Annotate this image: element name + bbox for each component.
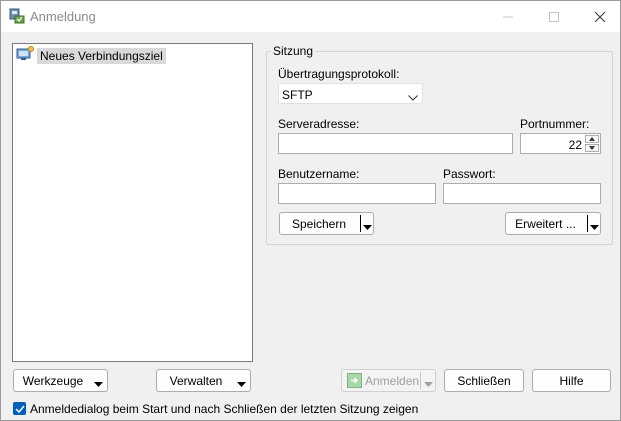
- close-button[interactable]: Schließen: [444, 369, 524, 392]
- login-dialog: Anmeldung Neues Verbindungsziel Sitzung: [0, 0, 621, 421]
- site-tree[interactable]: Neues Verbindungsziel: [12, 43, 253, 362]
- tools-button-label: Werkzeuge: [22, 373, 84, 388]
- protocol-value: SFTP: [282, 88, 313, 102]
- host-input-field[interactable]: [279, 134, 512, 153]
- show-on-start-checkbox[interactable]: [13, 402, 26, 415]
- protocol-select[interactable]: SFTP: [278, 83, 423, 104]
- checkmark-icon: [14, 405, 25, 413]
- tree-item-label: Neues Verbindungsziel: [37, 47, 166, 64]
- login-button[interactable]: Anmelden: [341, 369, 436, 392]
- protocol-label: Übertragungsprotokoll:: [278, 67, 400, 81]
- port-stepper[interactable]: 22: [520, 133, 601, 154]
- minimize-button[interactable]: [485, 1, 531, 32]
- triangle-down-icon: [589, 146, 595, 150]
- login-icon: [347, 373, 362, 391]
- advanced-dropdown-arrow-icon[interactable]: [590, 220, 599, 234]
- login-dropdown-arrow-icon[interactable]: [424, 377, 433, 391]
- port-value: 22: [568, 138, 582, 152]
- port-stepper-arrows[interactable]: [585, 135, 599, 152]
- help-button[interactable]: Hilfe: [532, 369, 611, 392]
- manage-button[interactable]: Verwalten: [156, 369, 251, 392]
- save-button[interactable]: Speichern: [279, 212, 374, 235]
- triangle-up-icon: [589, 137, 595, 141]
- save-button-label: Speichern: [291, 216, 347, 231]
- advanced-button-label: Erweitert ...: [515, 216, 576, 231]
- port-up-button[interactable]: [585, 135, 599, 143]
- user-label: Benutzername:: [278, 167, 360, 181]
- close-icon: [595, 11, 605, 22]
- port-down-button[interactable]: [585, 144, 599, 152]
- new-site-icon: [16, 46, 34, 65]
- show-on-start-label: Anmeldedialog beim Start und nach Schlie…: [30, 401, 419, 416]
- winscp-app-icon: [9, 8, 25, 24]
- password-label: Passwort:: [443, 167, 496, 181]
- tools-dropdown-arrow-icon: [94, 377, 103, 391]
- user-input[interactable]: [278, 183, 436, 204]
- manage-dropdown-arrow-icon: [237, 377, 246, 391]
- password-input-field[interactable]: [444, 184, 600, 203]
- port-label: Portnummer:: [520, 117, 590, 131]
- show-on-start-option[interactable]: Anmeldedialog beim Start und nach Schlie…: [13, 401, 418, 416]
- login-split-separator: [420, 372, 421, 389]
- window-title: Anmeldung: [30, 9, 96, 24]
- chevron-down-icon: [408, 90, 418, 104]
- save-dropdown-arrow-icon[interactable]: [363, 220, 372, 234]
- manage-button-label: Verwalten: [169, 373, 223, 388]
- maximize-button[interactable]: [531, 1, 577, 32]
- advanced-split-separator: [587, 215, 588, 232]
- title-bar[interactable]: Anmeldung: [1, 1, 620, 32]
- save-split-separator: [360, 215, 361, 232]
- host-input[interactable]: [278, 133, 513, 154]
- user-input-field[interactable]: [279, 184, 435, 203]
- tools-button[interactable]: Werkzeuge: [13, 369, 108, 392]
- close-window-button[interactable]: [577, 1, 621, 32]
- advanced-button[interactable]: Erweitert ...: [505, 212, 601, 235]
- session-group-label: Sitzung: [271, 44, 316, 58]
- tree-item-new-site[interactable]: Neues Verbindungsziel: [16, 46, 166, 65]
- login-button-label: Anmelden: [365, 374, 420, 388]
- host-label: Serveradresse:: [278, 117, 360, 131]
- password-input[interactable]: [443, 183, 601, 204]
